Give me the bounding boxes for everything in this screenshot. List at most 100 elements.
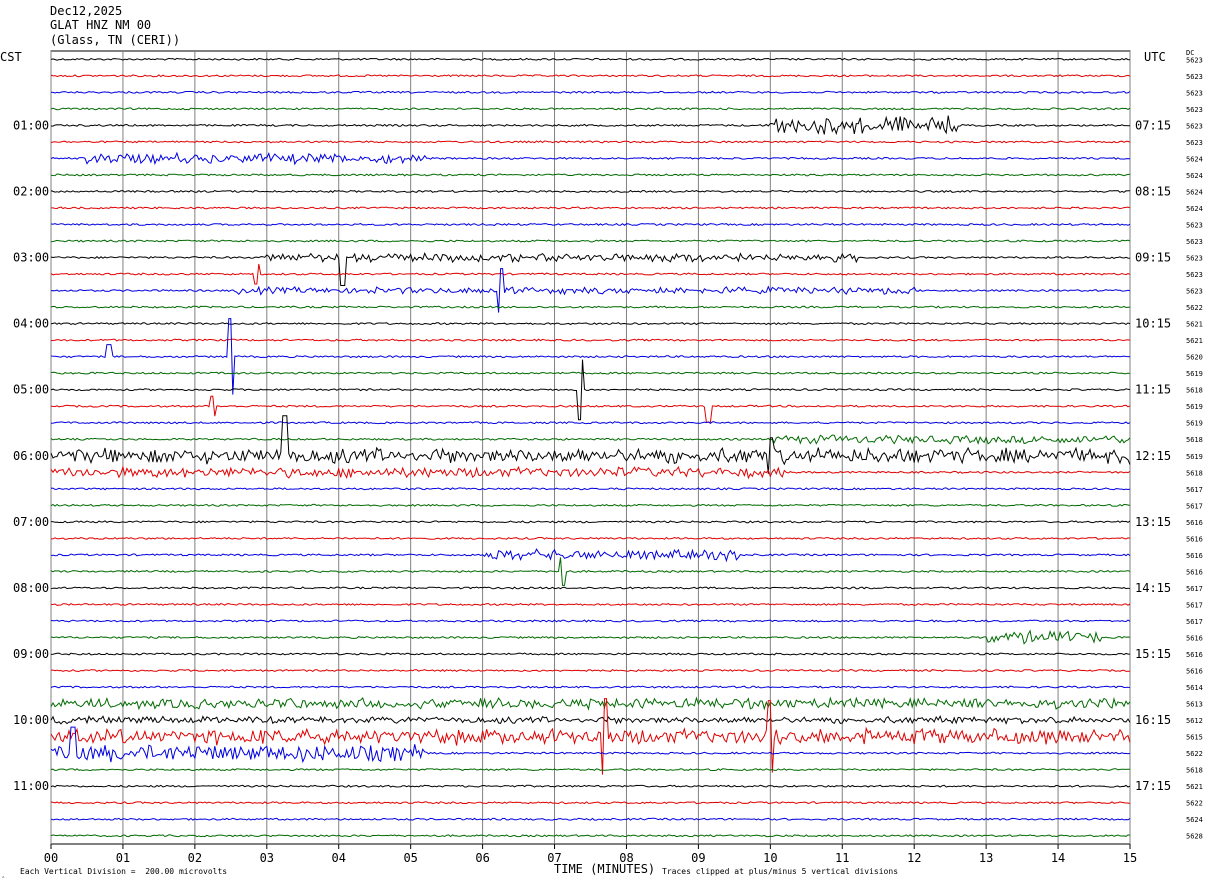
dc-offset-label: 5618 xyxy=(1186,436,1203,444)
footer-clip-note: Traces clipped at plus/minus 5 vertical … xyxy=(662,867,899,876)
right-time-label: 08:15 xyxy=(1135,184,1171,198)
trace-group xyxy=(50,57,1131,838)
dc-offset-label: 5621 xyxy=(1186,783,1203,791)
seismic-trace xyxy=(50,714,1131,725)
dc-offset-label: 5614 xyxy=(1186,684,1203,692)
footer-mark: ‸ xyxy=(2,870,5,878)
seismic-trace xyxy=(50,359,1131,421)
x-tick-label: 03 xyxy=(260,851,274,865)
dc-offset-label: 5617 xyxy=(1186,618,1203,626)
dc-offset-label: 5620 xyxy=(1186,354,1203,362)
dc-offset-label: 5618 xyxy=(1186,767,1203,775)
seismic-trace xyxy=(50,173,1131,177)
dc-offset-label: 5623 xyxy=(1186,73,1203,81)
seismic-trace xyxy=(50,74,1131,78)
dc-offset-label: 5618 xyxy=(1186,469,1203,477)
seismic-trace xyxy=(50,652,1130,656)
right-time-label: 15:15 xyxy=(1135,647,1171,661)
x-axis-label: TIME (MINUTES) xyxy=(554,862,656,876)
seismic-trace xyxy=(50,57,1131,61)
footer-scale-note: Each Vertical Division = 200.00 microvol… xyxy=(20,867,228,876)
dc-offset-label: 5619 xyxy=(1186,420,1203,428)
right-time-label: 16:15 xyxy=(1135,713,1171,727)
right-time-label: 07:15 xyxy=(1135,118,1171,132)
right-time-label: 10:15 xyxy=(1135,317,1171,331)
dc-offset-label: 5623 xyxy=(1186,288,1203,296)
left-time-label: 08:00 xyxy=(13,581,49,595)
seismic-trace xyxy=(50,586,1131,590)
dc-offset-label: 5622 xyxy=(1186,800,1203,808)
dc-offset-label: 5617 xyxy=(1186,585,1203,593)
x-tick-label: 02 xyxy=(188,851,202,865)
seismic-trace xyxy=(50,602,1131,606)
seismic-trace xyxy=(50,415,1131,474)
dc-offset-label: 5616 xyxy=(1186,535,1203,543)
seismic-trace xyxy=(50,338,1131,342)
dc-offset-label: 5624 xyxy=(1186,155,1203,163)
dc-offset-label: 5619 xyxy=(1186,370,1203,378)
seismic-trace xyxy=(50,668,1131,673)
seismic-trace xyxy=(50,696,1131,711)
seismic-trace xyxy=(50,318,1131,395)
seismic-trace xyxy=(50,465,1131,480)
x-tick-label: 14 xyxy=(1051,851,1065,865)
left-time-label: 04:00 xyxy=(13,317,49,331)
dc-offset-label: 5619 xyxy=(1186,403,1203,411)
right-time-label: 09:15 xyxy=(1135,251,1171,265)
seismic-trace xyxy=(50,503,1131,507)
seismic-trace xyxy=(51,206,1131,210)
seismic-trace xyxy=(50,487,1131,491)
seismic-trace xyxy=(50,434,1131,445)
seismic-trace xyxy=(50,557,1131,586)
left-time-label: 03:00 xyxy=(13,251,49,265)
plot-grid xyxy=(50,50,1131,849)
dc-offset-label: 5616 xyxy=(1186,651,1203,659)
seismic-trace xyxy=(50,322,1131,326)
dc-offset-label: 5622 xyxy=(1186,750,1203,758)
dc-offset-label: 5617 xyxy=(1186,502,1203,510)
dc-offset-label: 5623 xyxy=(1186,106,1203,114)
x-tick-label: 01 xyxy=(116,851,130,865)
dc-offset-label: 5623 xyxy=(1186,89,1203,97)
dc-offset-label: 5617 xyxy=(1186,601,1203,609)
dc-offset-label: 5623 xyxy=(1186,255,1203,263)
dc-offset-label: 5623 xyxy=(1186,122,1203,130)
seismic-trace xyxy=(50,768,1130,772)
right-time-label: 17:15 xyxy=(1135,779,1171,793)
seismic-trace xyxy=(50,140,1131,144)
seismic-trace xyxy=(50,239,1131,243)
seismic-trace xyxy=(50,685,1131,689)
x-tick-label: 15 xyxy=(1123,851,1137,865)
dc-offset-label: 5624 xyxy=(1186,172,1203,180)
x-tick-label: 06 xyxy=(475,851,489,865)
seismic-trace xyxy=(50,801,1131,805)
dc-offset-label: 5628 xyxy=(1186,833,1203,841)
x-tick-label: 04 xyxy=(332,851,346,865)
x-tick-label: 11 xyxy=(835,851,849,865)
dc-offset-label: 5624 xyxy=(1186,816,1203,824)
x-tick-label: 00 xyxy=(44,851,58,865)
left-time-label: 02:00 xyxy=(13,184,49,198)
dc-offset-label: 5624 xyxy=(1186,205,1203,213)
dc-offset-label: 5616 xyxy=(1186,634,1203,642)
seismic-trace xyxy=(50,619,1131,623)
dc-offset-label: 5623 xyxy=(1186,271,1203,279)
seismic-trace xyxy=(51,536,1131,540)
seismic-trace xyxy=(50,395,1131,423)
seismic-trace xyxy=(50,107,1131,111)
seismic-trace xyxy=(50,629,1131,645)
dc-offset-label: 5624 xyxy=(1186,188,1203,196)
helicorder-plot: 00 01 02 03 04 05 06 07 08 09 10 11 12 13 14 1556235623… xyxy=(13,50,1203,865)
seismic-trace xyxy=(50,115,1130,136)
seismic-trace xyxy=(50,189,1131,193)
x-tick-label: 13 xyxy=(979,851,993,865)
dc-offset-label: 5616 xyxy=(1186,668,1203,676)
seismic-trace xyxy=(50,151,1131,166)
right-time-label: 11:15 xyxy=(1135,383,1171,397)
left-time-label: 09:00 xyxy=(13,647,49,661)
seismic-trace xyxy=(50,548,1131,563)
left-time-label: 11:00 xyxy=(13,779,49,793)
x-tick-label: 05 xyxy=(403,851,417,865)
dc-offset-label: 5616 xyxy=(1186,568,1203,576)
dc-offset-label: 5622 xyxy=(1186,304,1203,312)
